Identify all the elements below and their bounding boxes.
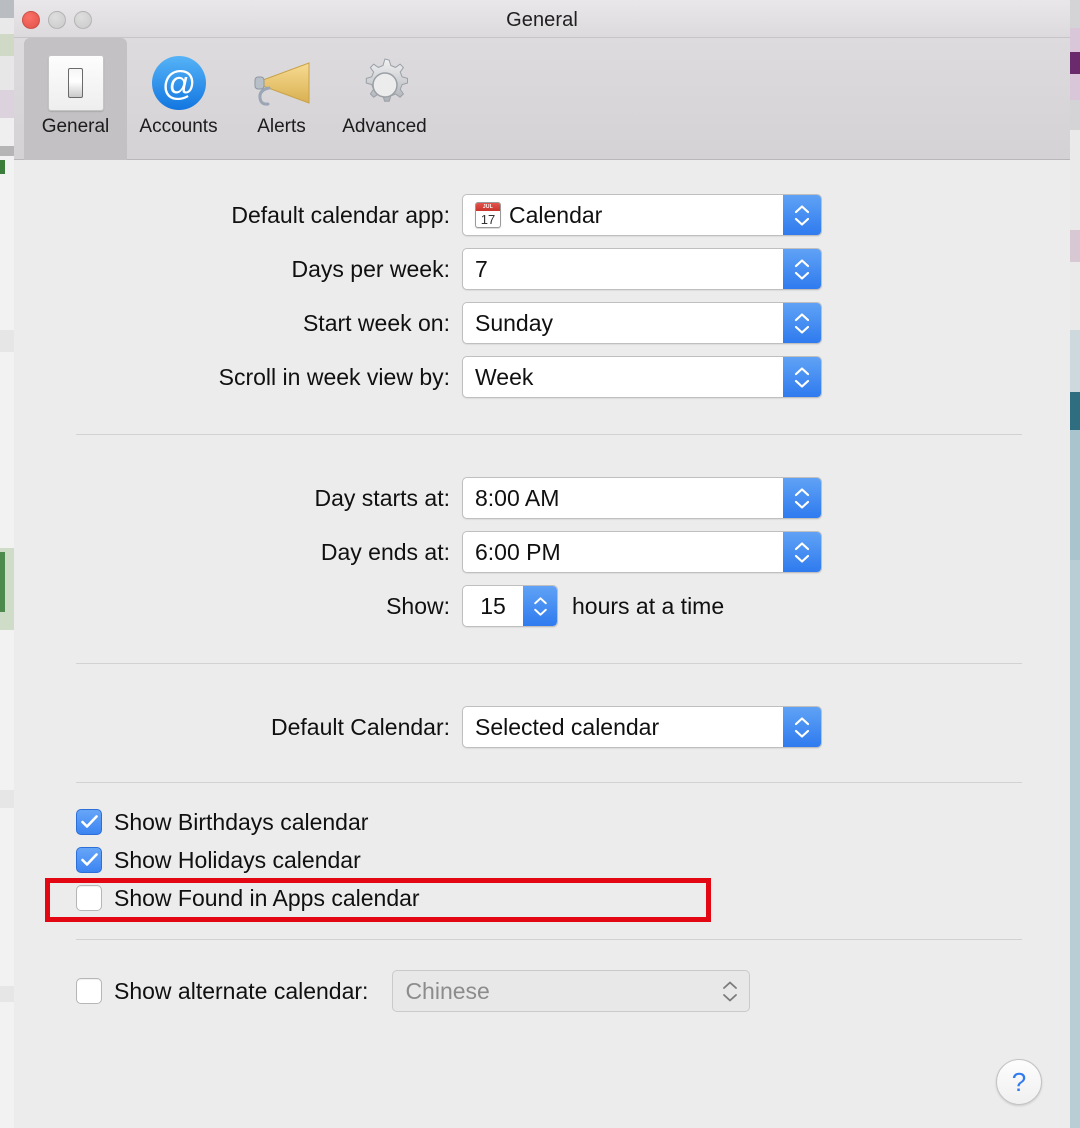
window-title: General [506, 9, 578, 31]
section-divider-1 [76, 434, 1022, 435]
checkbox-show-holidays-calendar[interactable] [76, 847, 102, 873]
popup-alternate-calendar[interactable]: Chinese [392, 970, 751, 1012]
toolbar-item-accounts[interactable]: @ Accounts [127, 38, 230, 160]
value-start-week-on: Sunday [475, 309, 554, 336]
popup-day-ends-at[interactable]: 6:00 PM [462, 531, 822, 573]
toolbar-label-accounts: Accounts [139, 116, 218, 137]
window-titlebar: General [14, 0, 1070, 38]
general-preferences-pane: Default calendar app: JUL 17 Calendar Da… [14, 160, 1070, 1127]
label-scroll-in-week-view-by: Scroll in week view by: [218, 363, 450, 390]
preferences-toolbar: General @ Accounts Alerts Advanced [14, 38, 1070, 160]
popup-default-calendar[interactable]: Selected calendar [462, 706, 822, 748]
chevron-up-down-icon[interactable] [523, 586, 557, 626]
gear-icon [354, 46, 416, 120]
value-default-calendar: Selected calendar [475, 713, 660, 740]
popup-day-starts-at[interactable]: 8:00 AM [462, 477, 822, 519]
row-scroll-in-week-view-by: Scroll in week view by: Week [14, 356, 1070, 398]
label-default-calendar: Default Calendar: [271, 713, 450, 740]
background-event-marker [0, 160, 5, 174]
label-day-ends-at: Day ends at: [320, 538, 450, 565]
light-switch-icon [47, 46, 104, 120]
section-divider-4 [76, 939, 1022, 940]
label-show-birthdays-calendar: Show Birthdays calendar [114, 808, 369, 835]
popup-default-calendar-app[interactable]: JUL 17 Calendar [462, 194, 822, 236]
section-divider-3 [76, 782, 1022, 783]
checkbox-row-show-birthdays-calendar[interactable]: Show Birthdays calendar [14, 803, 1070, 841]
chevron-up-down-icon[interactable] [783, 707, 821, 747]
toolbar-label-advanced: Advanced [342, 116, 427, 137]
chevron-up-down-icon[interactable] [783, 532, 821, 572]
value-days-per-week: 7 [475, 255, 488, 282]
chevron-up-down-icon[interactable] [783, 478, 821, 518]
value-day-starts-at: 8:00 AM [475, 484, 560, 511]
value-scroll-in-week-view-by: Week [475, 363, 534, 390]
megaphone-icon [249, 46, 315, 120]
calendar-icon-month: JUL [476, 203, 500, 211]
preferences-window: General General @ Accounts Alerts Advanc… [14, 0, 1070, 1128]
chevron-up-down-icon[interactable] [783, 249, 821, 289]
background-window-right-sliver [1070, 0, 1080, 1128]
toolbar-label-alerts: Alerts [257, 116, 306, 137]
suffix-hours-at-a-time: hours at a time [572, 592, 725, 619]
label-start-week-on: Start week on: [302, 309, 450, 336]
chevron-up-down-icon[interactable] [711, 971, 749, 1011]
toolbar-item-general[interactable]: General [24, 38, 127, 160]
chevron-up-down-icon[interactable] [783, 357, 821, 397]
toolbar-item-advanced[interactable]: Advanced [333, 38, 436, 160]
at-sign-icon: @ [149, 46, 209, 120]
row-show-hours: Show: 15 hours at a time [14, 585, 1070, 627]
checkbox-row-show-found-in-apps-calendar[interactable]: Show Found in Apps calendar [14, 879, 1070, 917]
stepper-hours-at-a-time[interactable]: 15 [462, 585, 558, 627]
checkbox-show-found-in-apps-calendar[interactable] [76, 885, 102, 911]
value-default-calendar-app: Calendar [509, 201, 603, 228]
toolbar-item-alerts[interactable]: Alerts [230, 38, 333, 160]
row-default-calendar-app: Default calendar app: JUL 17 Calendar [14, 194, 1070, 236]
calendar-icon-day: 17 [480, 212, 496, 227]
section-divider-2 [76, 663, 1022, 664]
label-day-starts-at: Day starts at: [314, 484, 450, 511]
checkbox-row-show-holidays-calendar[interactable]: Show Holidays calendar [14, 841, 1070, 879]
svg-text:@: @ [161, 65, 196, 103]
row-day-ends-at: Day ends at: 6:00 PM [14, 531, 1070, 573]
row-default-calendar: Default Calendar: Selected calendar [14, 706, 1070, 748]
value-alternate-calendar: Chinese [405, 977, 490, 1004]
row-start-week-on: Start week on: Sunday [14, 302, 1070, 344]
label-show-found-in-apps-calendar: Show Found in Apps calendar [114, 884, 420, 911]
popup-start-week-on[interactable]: Sunday [462, 302, 822, 344]
calendar-app-icon: JUL 17 [475, 202, 501, 228]
label-default-calendar-app: Default calendar app: [231, 201, 450, 228]
row-day-starts-at: Day starts at: 8:00 AM [14, 477, 1070, 519]
background-event-marker-2 [0, 552, 5, 612]
label-show-alternate-calendar: Show alternate calendar: [114, 977, 369, 1004]
chevron-up-down-icon[interactable] [783, 195, 821, 235]
toolbar-label-general: General [41, 116, 110, 137]
label-days-per-week: Days per week: [291, 255, 450, 282]
help-button[interactable]: ? [996, 1059, 1042, 1105]
row-show-alternate-calendar: Show alternate calendar: Chinese [14, 970, 1070, 1012]
chevron-up-down-icon[interactable] [783, 303, 821, 343]
checkbox-show-birthdays-calendar[interactable] [76, 809, 102, 835]
value-show-hours: 15 [480, 592, 506, 619]
popup-days-per-week[interactable]: 7 [462, 248, 822, 290]
checkbox-show-alternate-calendar[interactable] [76, 978, 102, 1004]
value-day-ends-at: 6:00 PM [475, 538, 561, 565]
popup-scroll-in-week-view-by[interactable]: Week [462, 356, 822, 398]
label-show-hours: Show: [386, 592, 450, 619]
question-mark-icon: ? [1011, 1066, 1027, 1097]
row-days-per-week: Days per week: 7 [14, 248, 1070, 290]
label-show-holidays-calendar: Show Holidays calendar [114, 846, 361, 873]
